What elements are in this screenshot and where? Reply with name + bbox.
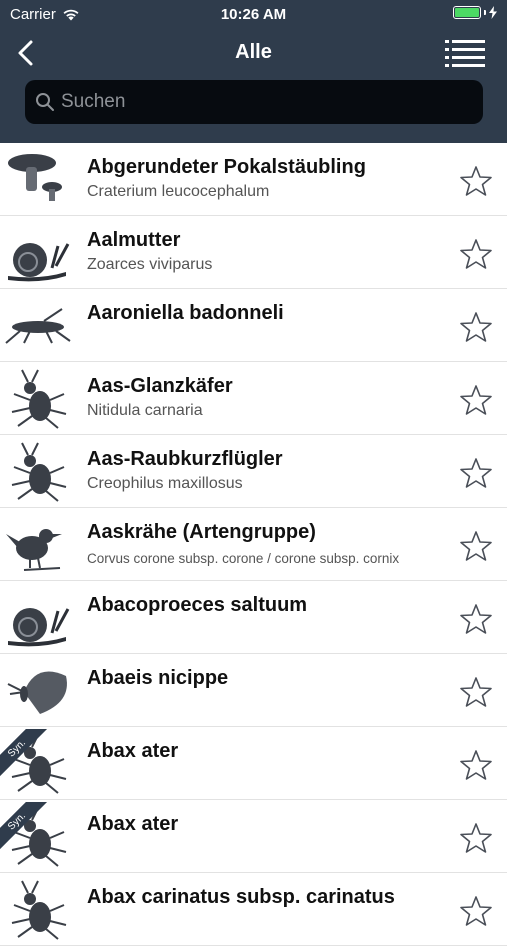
- species-name: Aas-Raubkurzflügler: [87, 448, 283, 470]
- species-name: Aaroniella badonneli: [87, 302, 284, 324]
- snail-icon: [0, 218, 74, 286]
- list-item[interactable]: Syn. Abax ater: [0, 727, 507, 800]
- species-name: Abacoproeces saltuum: [87, 594, 308, 616]
- charging-icon: [489, 6, 497, 19]
- species-name: Abax ater: [87, 740, 179, 762]
- list-item[interactable]: Abgerundeter Pokalstäubling Craterium le…: [0, 143, 507, 216]
- search-icon: [36, 93, 54, 111]
- favorite-star-icon[interactable]: [459, 164, 493, 198]
- species-name: Abaeis nicippe: [87, 667, 229, 689]
- list-item[interactable]: Abax carinatus subsp. carinatus: [0, 873, 507, 946]
- list-item[interactable]: Abacoproeces saltuum: [0, 581, 507, 654]
- scientific-name: Corvus corone subsp. corone / corone sub…: [87, 551, 400, 566]
- bird-icon: [0, 510, 74, 578]
- scientific-name: Creophilus maxillosus: [87, 475, 243, 492]
- species-name: Aas-Glanzkäfer: [87, 375, 233, 397]
- favorite-star-icon[interactable]: [459, 310, 493, 344]
- species-name: Aaskrähe (Artengruppe): [87, 521, 316, 543]
- list-item[interactable]: Abaeis nicippe: [0, 654, 507, 727]
- list-item[interactable]: Aas-Glanzkäfer Nitidula carnaria: [0, 362, 507, 435]
- beetle-icon: Syn.: [0, 802, 74, 870]
- favorite-star-icon[interactable]: [459, 748, 493, 782]
- header: Carrier 10:26 AM Alle: [0, 0, 507, 143]
- search-bar: [25, 80, 483, 124]
- list-item[interactable]: Aalmutter Zoarces viviparus: [0, 216, 507, 289]
- favorite-star-icon[interactable]: [459, 383, 493, 417]
- beetle-icon: [0, 364, 74, 432]
- species-list: Abgerundeter Pokalstäubling Craterium le…: [0, 143, 507, 946]
- list-item[interactable]: Aas-Raubkurzflügler Creophilus maxillosu…: [0, 435, 507, 508]
- status-bar: Carrier 10:26 AM: [0, 0, 507, 28]
- favorite-star-icon[interactable]: [459, 821, 493, 855]
- scientific-name: Zoarces viviparus: [87, 256, 213, 273]
- favorite-star-icon[interactable]: [459, 529, 493, 563]
- battery-icon: [453, 6, 497, 19]
- species-name: Abax ater: [87, 813, 179, 835]
- scientific-name: Nitidula carnaria: [87, 402, 203, 419]
- navigation-bar: Alle: [0, 30, 507, 76]
- list-item[interactable]: Aaskrähe (Artengruppe) Corvus corone sub…: [0, 508, 507, 581]
- scientific-name: Craterium leucocephalum: [87, 183, 270, 200]
- list-item[interactable]: Aaroniella badonneli: [0, 289, 507, 362]
- mushroom-icon: [0, 145, 74, 213]
- favorite-star-icon[interactable]: [459, 456, 493, 490]
- search-input[interactable]: [61, 80, 471, 124]
- back-button[interactable]: [10, 36, 44, 70]
- butterfly-icon: [0, 656, 74, 724]
- beetle-icon: [0, 437, 74, 505]
- beetle-icon: Syn.: [0, 729, 74, 797]
- snail-icon: [0, 583, 74, 651]
- species-name: Aalmutter: [87, 229, 181, 251]
- species-name: Abax carinatus subsp. carinatus: [87, 886, 395, 908]
- list-view-button[interactable]: [445, 38, 485, 68]
- favorite-star-icon[interactable]: [459, 675, 493, 709]
- beetle-icon: [0, 875, 74, 943]
- favorite-star-icon[interactable]: [459, 894, 493, 928]
- favorite-star-icon[interactable]: [459, 237, 493, 271]
- list-item[interactable]: Syn. Abax ater: [0, 800, 507, 873]
- grasshopper-icon: [0, 291, 74, 359]
- species-name: Abgerundeter Pokalstäubling: [87, 156, 366, 178]
- page-title: Alle: [235, 41, 272, 63]
- favorite-star-icon[interactable]: [459, 602, 493, 636]
- clock: 10:26 AM: [220, 6, 287, 23]
